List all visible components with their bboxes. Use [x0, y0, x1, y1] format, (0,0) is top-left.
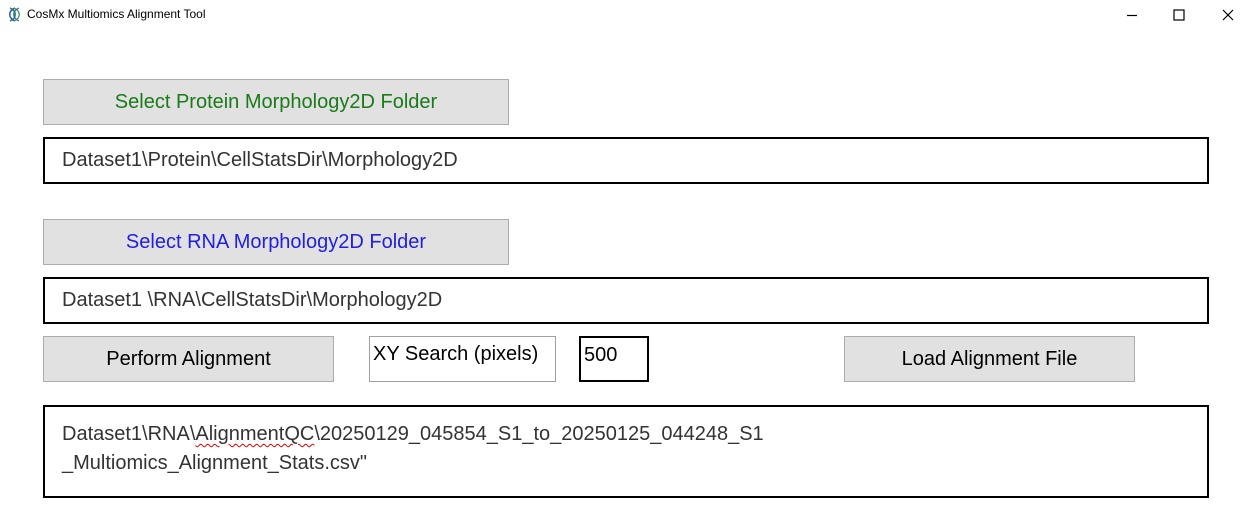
- output-line-1-suffix: \20250129_045854_S1_to_20250125_044248_S…: [314, 423, 764, 445]
- title-bar: CosMx Multiomics Alignment Tool: [0, 0, 1251, 30]
- spellcheck-flagged-word: AlignmentQC: [195, 423, 315, 445]
- xy-search-label: XY Search (pixels): [369, 336, 556, 382]
- protein-folder-path-text: Dataset1\Protein\CellStatsDir\Morphology…: [62, 149, 458, 171]
- select-rna-folder-button[interactable]: Select RNA Morphology2D Folder: [43, 219, 509, 265]
- output-line-1-prefix: Dataset1\RNA\: [62, 423, 196, 445]
- xy-search-input[interactable]: 500: [579, 336, 649, 382]
- load-alignment-file-button[interactable]: Load Alignment File: [844, 336, 1135, 382]
- window-title: CosMx Multiomics Alignment Tool: [27, 7, 206, 21]
- select-protein-folder-label: Select Protein Morphology2D Folder: [114, 90, 438, 113]
- rna-folder-path-text: Dataset1 \RNA\CellStatsDir\Morphology2D: [62, 289, 443, 311]
- output-line-1: Dataset1\RNA\AlignmentQC\20250129_045854…: [62, 420, 1207, 449]
- alignment-output-field[interactable]: Dataset1\RNA\AlignmentQC\20250129_045854…: [43, 405, 1209, 498]
- minimize-button[interactable]: [1109, 0, 1155, 30]
- close-button[interactable]: [1205, 0, 1251, 30]
- close-icon: [1222, 9, 1234, 21]
- select-protein-folder-button[interactable]: Select Protein Morphology2D Folder: [43, 79, 509, 125]
- maximize-button[interactable]: [1156, 0, 1202, 30]
- output-line-2: _Multiomics_Alignment_Stats.csv": [62, 452, 367, 474]
- perform-alignment-label: Perform Alignment: [106, 347, 271, 370]
- maximize-icon: [1173, 9, 1185, 21]
- dna-helix-icon: [7, 7, 22, 22]
- xy-search-value: 500: [584, 344, 618, 366]
- perform-alignment-button[interactable]: Perform Alignment: [43, 336, 334, 382]
- xy-search-label-text: XY Search (pixels): [373, 343, 539, 365]
- minimize-icon: [1126, 9, 1138, 21]
- select-rna-folder-label: Select RNA Morphology2D Folder: [125, 230, 427, 253]
- protein-folder-path-field[interactable]: Dataset1\Protein\CellStatsDir\Morphology…: [43, 137, 1209, 184]
- load-alignment-file-label: Load Alignment File: [901, 347, 1078, 370]
- rna-folder-path-field[interactable]: Dataset1 \RNA\CellStatsDir\Morphology2D: [43, 277, 1209, 324]
